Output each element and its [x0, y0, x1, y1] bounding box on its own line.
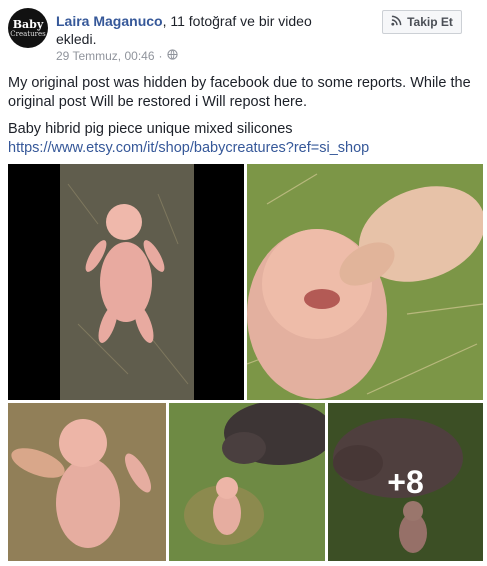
- gallery-photo-4[interactable]: [169, 403, 325, 561]
- post-timestamp[interactable]: 29 Temmuz, 00:46: [56, 49, 155, 63]
- post-text-paragraph: My original post was hidden by facebook …: [8, 75, 471, 110]
- follow-button[interactable]: Takip Et: [382, 10, 462, 34]
- gallery-photo-1[interactable]: [8, 164, 244, 400]
- avatar-logo-subtext: Creatures: [10, 29, 46, 38]
- follow-button-label: Takip Et: [407, 15, 453, 29]
- post-header: Laira Maganuco, 11 fotoğraf ve bir video…: [56, 12, 356, 48]
- post-body: My original post was hidden by facebook …: [8, 74, 483, 158]
- rss-follow-icon: [391, 15, 402, 29]
- gallery-photo-5[interactable]: +8: [328, 403, 483, 561]
- author-name-link[interactable]: Laira Maganuco: [56, 13, 163, 29]
- more-photos-overlay[interactable]: +8: [328, 403, 483, 561]
- etsy-shop-link[interactable]: https://www.etsy.com/it/shop/babycreatur…: [8, 140, 369, 156]
- author-avatar[interactable]: Baby Creatures: [8, 8, 48, 48]
- gallery-photo-3[interactable]: [8, 403, 166, 561]
- post-meta: 29 Temmuz, 00:46 ·: [56, 49, 178, 63]
- avatar-logo-text: Baby: [12, 17, 44, 31]
- post-text-line: Baby hibrid pig piece unique mixed silic…: [8, 121, 293, 137]
- gallery-photo-2[interactable]: [247, 164, 483, 400]
- meta-separator: ·: [158, 49, 163, 63]
- globe-icon[interactable]: [166, 49, 178, 63]
- post-text-paragraph-2: Baby hibrid pig piece unique mixed silic…: [8, 120, 483, 158]
